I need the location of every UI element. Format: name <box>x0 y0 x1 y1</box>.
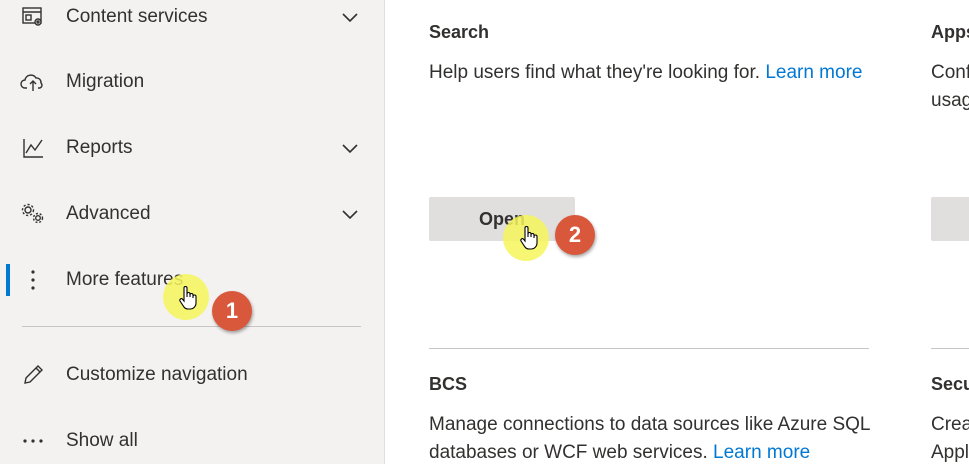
secure-store-description-line1: Crea <box>931 414 969 435</box>
step-badge-2: 2 <box>555 215 595 255</box>
more-vertical-icon <box>20 267 46 293</box>
sidebar-item-label: Customize navigation <box>66 364 248 385</box>
bcs-description-line2: databases or WCF web services. <box>429 442 708 463</box>
hand-cursor-icon <box>520 226 538 250</box>
bcs-description: Manage connections to data sources like … <box>429 411 899 467</box>
chevron-down-icon[interactable] <box>340 7 360 27</box>
more-horizontal-icon <box>20 428 46 454</box>
search-description: Help users find what they're looking for… <box>429 59 869 87</box>
bcs-description-line1: Manage connections to data sources like … <box>429 414 871 435</box>
chart-line-icon <box>20 135 46 161</box>
bcs-learn-more-link[interactable]: Learn more <box>713 442 810 463</box>
gears-icon <box>20 201 46 227</box>
secure-store-description-line2: Appl <box>931 442 969 463</box>
apps-description-line2: usag <box>931 90 969 111</box>
hand-cursor-icon <box>179 286 197 310</box>
sidebar-item-customize-navigation[interactable]: Customize navigation <box>0 352 384 398</box>
cloud-upload-icon <box>20 69 46 95</box>
chevron-down-icon[interactable] <box>340 138 360 158</box>
search-description-text: Help users find what they're looking for… <box>429 62 761 83</box>
secure-store-description: Crea Appl <box>931 411 969 467</box>
section-divider <box>931 348 969 349</box>
apps-title: Apps <box>931 22 969 42</box>
apps-open-button[interactable] <box>931 197 969 241</box>
secure-store-title: Secu <box>931 374 969 394</box>
sidebar-item-reports[interactable]: Reports <box>0 125 384 171</box>
apps-description: Conf usag <box>931 59 969 115</box>
sidebar-item-label: Migration <box>66 71 145 92</box>
search-learn-more-link[interactable]: Learn more <box>765 62 862 83</box>
search-title: Search <box>429 22 490 42</box>
sidebar-item-show-all[interactable]: Show all <box>0 418 384 464</box>
sidebar-item-label: Content services <box>66 6 208 27</box>
sidebar-divider <box>22 326 361 327</box>
sidebar-item-label: Reports <box>66 137 133 158</box>
section-divider <box>429 348 869 349</box>
sidebar-item-label: Show all <box>66 430 138 451</box>
sidebar-item-label: Advanced <box>66 203 151 224</box>
main-content: Search Help users find what they're look… <box>385 0 969 464</box>
left-navigation: Content services Migration Reports Advan… <box>0 0 385 464</box>
step-badge-1: 1 <box>212 291 252 331</box>
apps-description-line1: Conf <box>931 62 969 83</box>
sidebar-item-advanced[interactable]: Advanced <box>0 191 384 237</box>
content-services-icon <box>20 4 46 30</box>
sidebar-item-content-services[interactable]: Content services <box>0 0 384 40</box>
chevron-down-icon[interactable] <box>340 204 360 224</box>
sidebar-item-migration[interactable]: Migration <box>0 59 384 105</box>
search-open-button[interactable]: Open <box>429 197 575 241</box>
bcs-title: BCS <box>429 374 468 394</box>
pencil-icon <box>20 362 46 388</box>
